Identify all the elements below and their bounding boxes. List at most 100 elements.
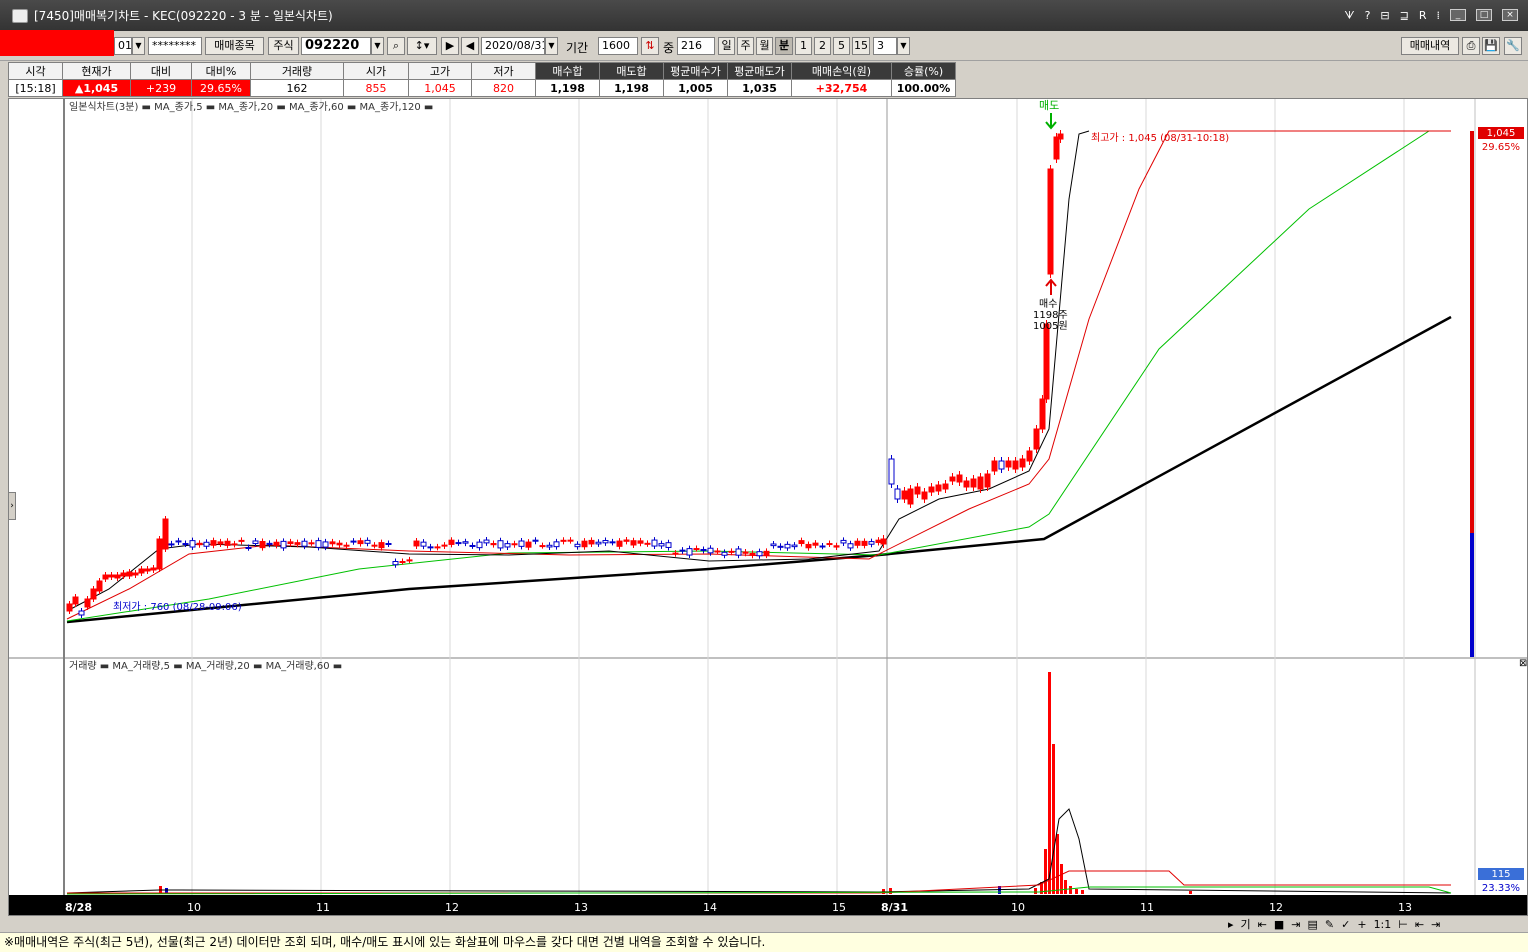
next-icon[interactable]: ▶ [441,37,459,55]
pin-icon[interactable]: ᗐ [1344,9,1354,23]
candle-body [1057,133,1064,140]
period-minute-button[interactable]: 분 [775,37,793,55]
minute-1-button[interactable]: 1 [795,37,812,55]
period-month-button[interactable]: 월 [756,37,773,55]
x-axis-label: 11 [316,901,330,914]
candle-body [525,541,532,548]
refresh-icon[interactable]: R [1419,9,1427,23]
candle-body [350,540,357,543]
buy-marker-side: 매수 [1039,298,1057,310]
nav-draw-icon[interactable]: ✎ [1325,918,1334,931]
buy-arrow-icon[interactable] [1045,278,1057,295]
nav-grid-icon[interactable]: ▤ [1308,918,1318,931]
candle-body [581,540,588,548]
stock-code-input[interactable]: 092220 [301,37,371,55]
nav-stop-icon[interactable]: ■ [1274,918,1284,931]
candle-body [385,543,392,546]
candle-body [935,484,942,492]
candle-body [693,548,700,551]
nav-ratio-button[interactable]: 1:1 [1374,918,1392,931]
prev-icon[interactable]: ◀ [461,37,479,55]
value-high: 1,045 [408,79,472,97]
more-icon[interactable]: ⁞ [1437,9,1441,23]
stock-type-button[interactable]: 주식 [268,37,299,55]
nav-slider-icon[interactable]: ⊢ [1398,918,1408,931]
period-day-button[interactable]: 일 [718,37,735,55]
nav-rewind-icon[interactable]: ⇤ [1258,918,1267,931]
trade-history-button[interactable]: 매매내역 [1401,37,1459,55]
candle-body [588,539,595,545]
period-spin-icon[interactable]: ⇅ [641,37,659,55]
period-week-button[interactable]: 주 [737,37,754,55]
candle-body [630,540,637,546]
minute-2-button[interactable]: 2 [814,37,831,55]
minute-5-button[interactable]: 5 [833,37,850,55]
x-axis-label: 11 [1140,901,1154,914]
x-axis-label: 10 [187,901,201,914]
nav-zoom-in-icon[interactable]: + [1357,918,1366,931]
account-field[interactable]: 01 [114,37,132,55]
help-icon[interactable]: ? [1365,9,1371,23]
candle-body [567,539,574,542]
count-input[interactable]: 216 [677,37,715,55]
volume-pct: 23.33% [1482,883,1520,894]
candle-body [96,580,103,592]
layout-icon[interactable]: ⊟ [1380,9,1389,23]
search-icon[interactable]: ⌕ [387,37,405,55]
price-legend: 일본식차트(3분) ▬ MA_종가,5 ▬ MA_종가,20 ▬ MA_종가,6… [69,101,433,113]
candle-body [162,518,169,550]
close-button[interactable]: × [1502,8,1518,21]
candle-body [434,546,441,549]
nav-check-icon[interactable]: ✓ [1341,918,1350,931]
candle-body [791,544,798,548]
candle-body [970,478,977,488]
password-field[interactable]: ******** [148,37,202,55]
nav-first-icon[interactable]: ⇤ [1415,918,1424,931]
volume-bar [1048,672,1051,894]
print-icon[interactable]: ⎙ [1462,37,1480,55]
toolbar: 01 ▼ ******** 매매종목 주식 092220 ▼ ⌕ ↕▾ ▶ ◀ … [0,31,1528,61]
period-input[interactable]: 1600 [598,37,638,55]
candle-body [66,603,73,612]
settings-icon[interactable]: 🔧 [1504,37,1522,55]
split-icon[interactable]: ⊒ [1400,9,1409,23]
date-input[interactable]: 2020/08/31 [481,37,545,55]
sidebar-toggle-icon[interactable]: › [8,492,16,520]
candle-body [742,551,749,554]
candle-body [252,540,259,545]
save-icon[interactable]: 💾 [1482,37,1500,55]
minute-15-button[interactable]: 15 [852,37,870,55]
x-axis-label: 14 [703,901,717,914]
minute-select[interactable]: 3 [873,37,897,55]
nav-play-icon[interactable]: ▸ [1228,918,1234,931]
value-win-rate: 100.00% [891,79,956,97]
date-dropdown-icon[interactable]: ▼ [545,37,558,55]
value-avg-sell: 1,035 [727,79,792,97]
candle-body [756,551,763,557]
candle-body [462,541,469,544]
sell-arrow-icon[interactable] [1045,113,1057,130]
candle-body [406,559,413,562]
sort-icon[interactable]: ↕▾ [407,37,437,55]
candle-body [413,540,420,547]
candle-body [735,548,742,556]
candle-body [921,491,928,500]
nav-forward-icon[interactable]: ⇥ [1291,918,1300,931]
close-pane-icon[interactable]: ⊠ [1519,658,1527,669]
chart-area[interactable]: 일본식차트(3분) ▬ MA_종가,5 ▬ MA_종가,20 ▬ MA_종가,6… [8,98,1528,916]
candlestick-chart[interactable]: 일본식차트(3분) ▬ MA_종가,5 ▬ MA_종가,20 ▬ MA_종가,6… [9,99,1527,915]
minimize-button[interactable]: _ [1450,8,1466,21]
volume-badge: 115 [1491,869,1510,880]
volume-bar [1069,886,1072,894]
candle-body [497,540,504,549]
nav-last-icon[interactable]: ⇥ [1431,918,1440,931]
volume-bar [1081,890,1084,894]
trade-items-button[interactable]: 매매종목 [205,37,264,55]
candle-body [1033,428,1040,450]
maximize-button[interactable]: □ [1476,8,1492,21]
minute-dropdown-icon[interactable]: ▼ [897,37,910,55]
candle-body [224,540,231,546]
account-dropdown-icon[interactable]: ▼ [132,37,145,55]
code-dropdown-icon[interactable]: ▼ [371,37,384,55]
nav-base-icon[interactable]: 기 [1241,916,1251,932]
